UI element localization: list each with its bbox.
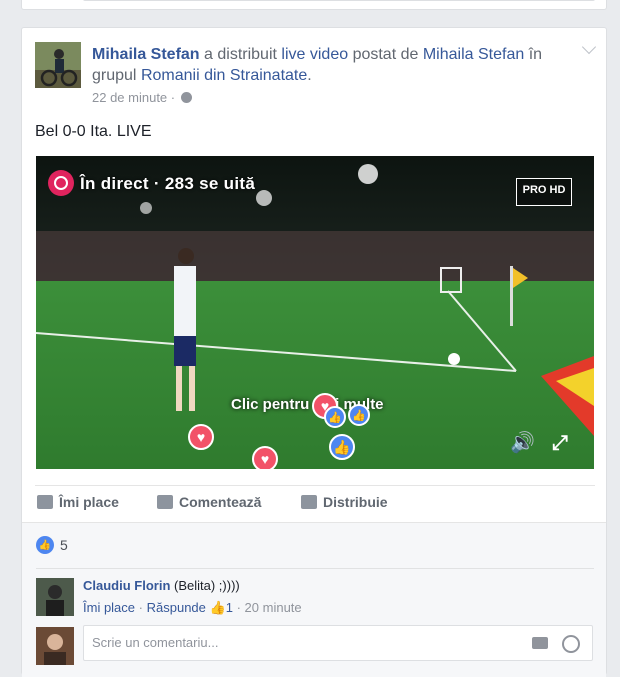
live-badge-icon — [48, 170, 74, 196]
like-count: 5 — [60, 537, 68, 553]
comment-text: (Belita) ;)))) — [174, 578, 240, 593]
chevron-down-icon[interactable] — [581, 39, 597, 55]
heart-reaction-icon: ♥ — [188, 424, 214, 450]
share-button[interactable]: Distribuie — [301, 494, 388, 510]
post-actions-bar: Îmi place Comentează Distribuie — [35, 485, 595, 518]
globe-icon — [180, 92, 192, 103]
period: . — [307, 67, 312, 84]
previous-post-card — [21, 0, 607, 10]
comment-icon — [157, 495, 173, 509]
commenter-avatar[interactable] — [36, 578, 74, 616]
group-text: grupul — [92, 67, 137, 84]
share-label: Distribuie — [323, 494, 388, 510]
comment-label: Comentează — [179, 494, 262, 510]
comment-meta: Îmi place · Răspunde 👍1 · 20 minute — [83, 600, 302, 616]
like-count-icon: 👍 — [36, 536, 54, 554]
divider — [36, 568, 594, 569]
separator: · — [138, 600, 143, 615]
thumbs-up-icon: 👍 — [209, 600, 226, 615]
emoji-icon[interactable] — [562, 635, 580, 653]
like-label: Îmi place — [59, 494, 119, 510]
posted-by-text: postat de — [352, 46, 419, 63]
comment-timestamp[interactable]: 20 minute — [245, 600, 302, 615]
thumbs-up-icon — [37, 495, 53, 509]
action-text: a distribuit — [204, 46, 277, 63]
camera-icon[interactable] — [532, 637, 548, 649]
commenter-name-link[interactable]: Claudiu Florin — [83, 578, 170, 593]
share-arrow-icon — [301, 495, 317, 509]
group-link[interactable]: Romanii din Strainatate — [141, 67, 307, 84]
author-avatar[interactable] — [35, 42, 81, 88]
volume-icon[interactable]: 🔊 — [510, 430, 535, 455]
comment-input[interactable] — [90, 634, 514, 651]
like-reaction-icon: 👍 — [348, 404, 370, 426]
live-viewer-count: În direct · 283 se uită — [80, 174, 256, 193]
channel-logo: PRO HD — [516, 178, 572, 206]
separator: · — [236, 600, 241, 615]
comment-button[interactable]: Comentează — [157, 494, 261, 510]
author-name-link[interactable]: Mihaila Stefan — [92, 46, 200, 63]
post-meta: 22 de minute · — [92, 90, 192, 105]
post-timestamp[interactable]: 22 de minute — [92, 90, 167, 105]
live-video-link[interactable]: live video — [281, 46, 348, 63]
post-text: Bel 0-0 Ita. LIVE — [35, 123, 152, 140]
like-reaction-icon: 👍 — [329, 434, 355, 460]
feedback-section: 👍 5 Claudiu Florin (Belita) ;)))) Îmi pl… — [22, 522, 606, 677]
like-summary[interactable]: 👍 5 — [36, 536, 68, 554]
heart-reaction-icon: ♥ — [252, 446, 278, 469]
comment-body: Claudiu Florin (Belita) ;)))) — [83, 578, 240, 593]
original-author-link[interactable]: Mihaila Stefan — [423, 46, 524, 63]
like-button[interactable]: Îmi place — [37, 494, 119, 510]
live-video-player[interactable]: În direct · 283 se uită PRO HD Clic pent… — [36, 156, 594, 469]
comment-like-link[interactable]: Îmi place — [83, 600, 135, 615]
video-frame — [36, 156, 594, 469]
post-header: Mihaila Stefan a distribuit live video p… — [92, 44, 582, 86]
shared-post-card: Mihaila Stefan a distribuit live video p… — [21, 27, 607, 677]
previous-comment-box[interactable] — [83, 0, 595, 1]
like-reaction-icon: 👍 — [324, 406, 346, 428]
fullscreen-icon[interactable]: ⤢ — [552, 432, 568, 455]
meta-separator: · — [170, 90, 176, 105]
current-user-avatar — [36, 627, 74, 665]
comment-reply-link[interactable]: Răspunde — [147, 600, 206, 615]
comment-input-box[interactable] — [83, 625, 593, 661]
comment-like-count[interactable]: 1 — [226, 600, 233, 615]
in-text: în — [528, 46, 543, 63]
